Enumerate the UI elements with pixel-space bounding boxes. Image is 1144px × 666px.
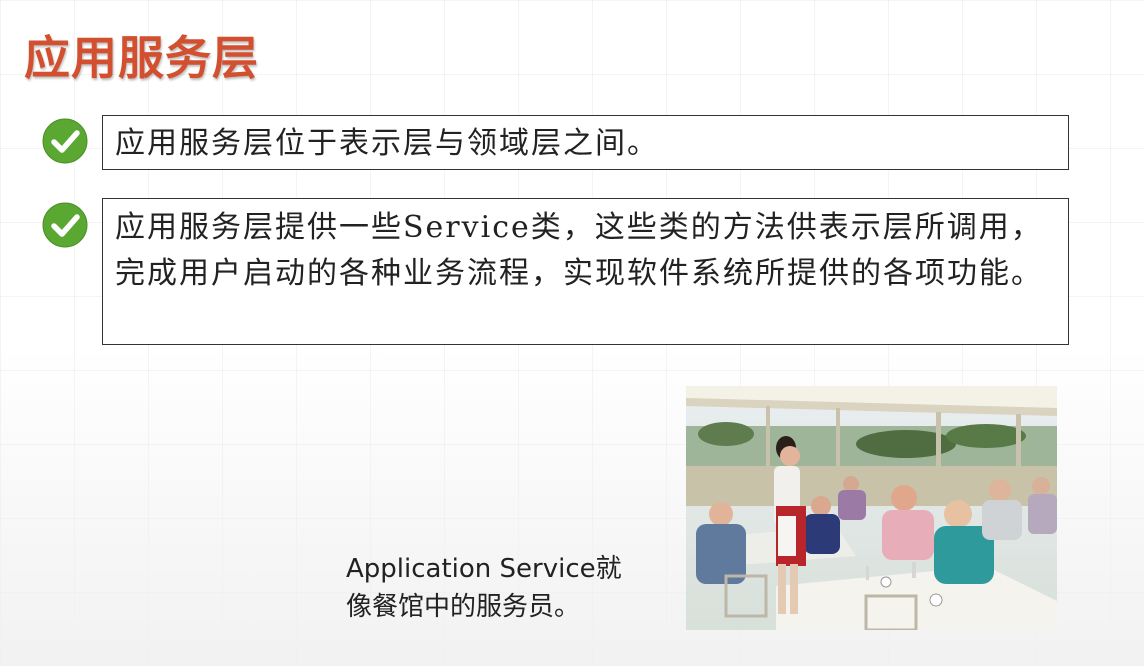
bullet-box-2: 应用服务层提供一些Service类，这些类的方法供表示层所调用，完成用户启动的各… [102, 198, 1069, 345]
bullet-text-2: 应用服务层提供一些Service类，这些类的方法供表示层所调用，完成用户启动的各… [115, 210, 1043, 291]
bullet-text-1: 应用服务层位于表示层与领域层之间。 [115, 126, 659, 161]
bullet-box-1: 应用服务层位于表示层与领域层之间。 [102, 115, 1069, 170]
restaurant-photo [686, 386, 1057, 630]
slide-title: 应用服务层 [24, 31, 259, 85]
check-icon [42, 118, 88, 164]
check-icon [42, 202, 88, 248]
photo-caption: Application Service就像餐馆中的服务员。 [346, 554, 622, 622]
